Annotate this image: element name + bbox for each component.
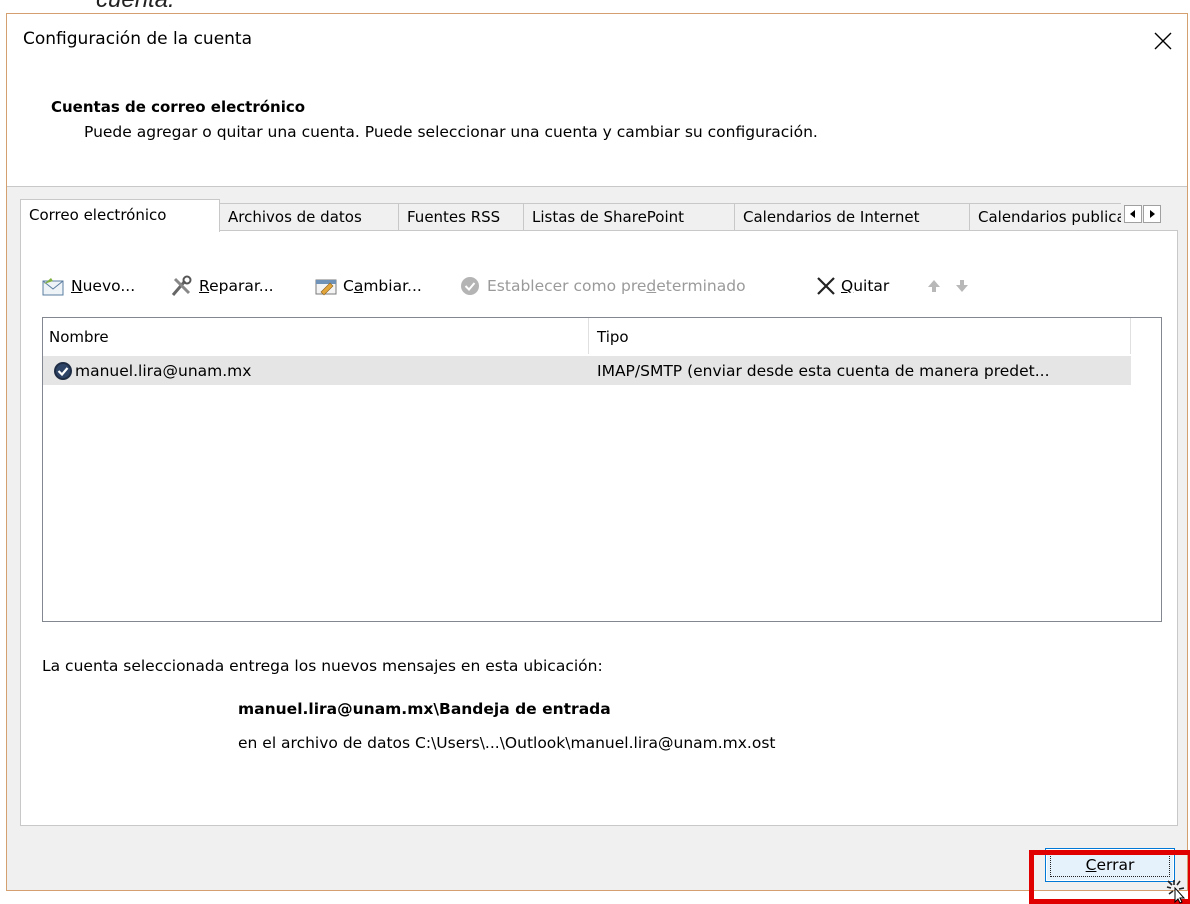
delivery-folder: manuel.lira@unam.mx\Bandeja de entrada	[238, 700, 611, 718]
remove-x-icon	[817, 277, 835, 295]
tab-strip: Correo electrónico Archivos de datos Fue…	[20, 199, 1178, 232]
check-circle-icon	[461, 277, 479, 295]
column-divider[interactable]	[1130, 318, 1131, 354]
repair-button[interactable]: Reparar...	[169, 273, 274, 299]
window-close-button[interactable]	[1139, 14, 1187, 68]
triangle-left-icon	[1130, 210, 1135, 218]
tab-data-files[interactable]: Archivos de datos	[219, 203, 399, 230]
account-row[interactable]: manuel.lira@unam.mx IMAP/SMTP (enviar de…	[43, 356, 1131, 385]
change-settings-icon	[315, 279, 337, 296]
remove-button[interactable]: Quitar	[815, 273, 889, 299]
change-label: Cambiar...	[343, 277, 422, 295]
repair-tools-icon	[171, 275, 192, 296]
account-name: manuel.lira@unam.mx	[75, 362, 252, 380]
list-column-header: Nombre Tipo	[43, 318, 1143, 354]
close-icon	[1154, 32, 1172, 50]
new-account-label: Nuevo...	[71, 277, 136, 295]
delivery-data-file: en el archivo de datos C:\Users\...\Outl…	[238, 734, 776, 752]
column-header-type[interactable]: Tipo	[597, 328, 629, 346]
remove-label: Quitar	[841, 277, 890, 295]
arrow-up-icon	[928, 280, 940, 292]
title-bar: Configuración de la cuenta	[7, 14, 1187, 68]
column-header-name[interactable]: Nombre	[49, 328, 109, 346]
account-type: IMAP/SMTP (enviar desde esta cuenta de m…	[597, 362, 1050, 380]
triangle-right-icon	[1150, 210, 1155, 218]
repair-label: Reparar...	[199, 277, 274, 295]
column-divider[interactable]	[588, 318, 589, 354]
tab-sharepoint-lists[interactable]: Listas de SharePoint	[523, 203, 735, 230]
dialog-header: Cuentas de correo electrónico Puede agre…	[7, 68, 1187, 187]
document-text-fragment: cuenta.	[96, 0, 175, 14]
new-account-icon	[42, 278, 64, 296]
delivery-location-intro: La cuenta seleccionada entrega los nuevo…	[42, 657, 603, 675]
arrow-down-icon	[956, 280, 968, 292]
tab-email[interactable]: Correo electrónico	[20, 199, 220, 232]
window-title: Configuración de la cuenta	[23, 29, 253, 49]
change-button[interactable]: Cambiar...	[313, 273, 422, 299]
tab-scroll-right-button[interactable]	[1143, 205, 1161, 223]
set-default-button[interactable]: Establecer como predeterminado	[459, 273, 746, 299]
tab-scroll-left-button[interactable]	[1124, 205, 1142, 223]
header-description: Puede agregar o quitar una cuenta. Puede…	[84, 123, 818, 141]
move-down-button[interactable]	[953, 273, 975, 299]
email-tab-panel: Nuevo... Reparar... Cambiar... Establece…	[20, 230, 1178, 826]
tab-internet-calendars[interactable]: Calendarios de Internet	[734, 203, 970, 230]
accounts-list[interactable]: Nombre Tipo manuel.lira@unam.mx IMAP/SMT…	[42, 317, 1162, 622]
header-title: Cuentas de correo electrónico	[51, 98, 306, 116]
default-account-check-icon	[54, 362, 72, 380]
new-account-button[interactable]: Nuevo...	[41, 273, 135, 299]
click-cursor-icon	[1166, 880, 1186, 904]
move-up-button[interactable]	[925, 273, 947, 299]
set-default-label: Establecer como predeterminado	[487, 277, 746, 295]
tab-published-calendars[interactable]: Calendarios publicados	[969, 203, 1121, 230]
tab-rss-feeds[interactable]: Fuentes RSS	[398, 203, 524, 230]
account-settings-dialog: Configuración de la cuenta Cuentas de co…	[6, 13, 1190, 904]
